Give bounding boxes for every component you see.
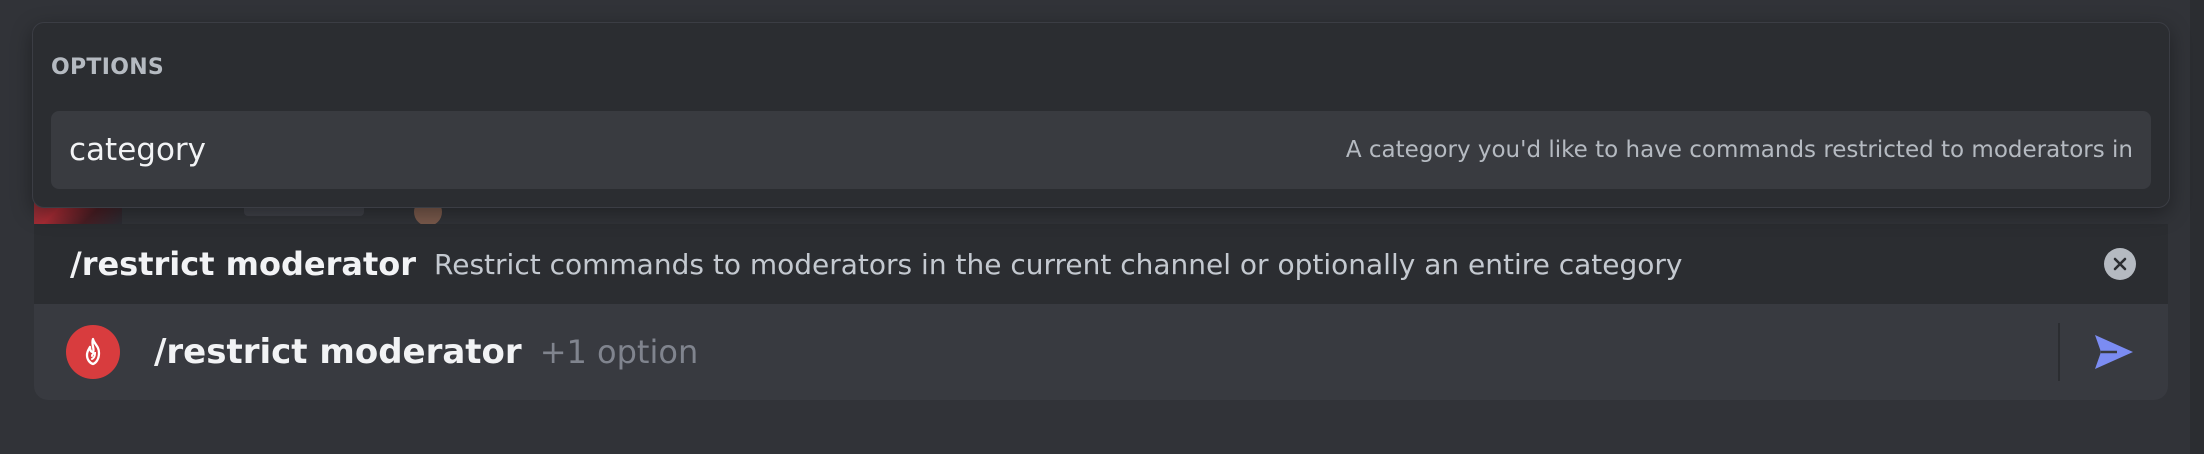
message-composer[interactable]: /restrict moderator +1 option	[34, 304, 2168, 400]
options-popup: OPTIONS category A category you'd like t…	[32, 22, 2170, 208]
option-description: A category you'd like to have commands r…	[1345, 137, 2133, 163]
composer-command: /restrict moderator	[154, 332, 522, 372]
option-name: category	[69, 132, 207, 168]
option-item-category[interactable]: category A category you'd like to have c…	[51, 111, 2151, 189]
scrollbar-track[interactable]	[2190, 0, 2204, 454]
command-name: /restrict moderator	[70, 245, 417, 283]
send-button[interactable]	[2060, 304, 2168, 400]
flame-app-icon	[66, 325, 120, 379]
options-header: OPTIONS	[51, 55, 165, 80]
command-description: Restrict commands to moderators in the c…	[434, 247, 1683, 281]
send-icon	[2095, 335, 2133, 369]
options-hint[interactable]: +1 option	[540, 333, 2058, 371]
close-icon[interactable]	[2104, 248, 2136, 280]
command-bar: /restrict moderator Restrict commands to…	[34, 224, 2168, 304]
